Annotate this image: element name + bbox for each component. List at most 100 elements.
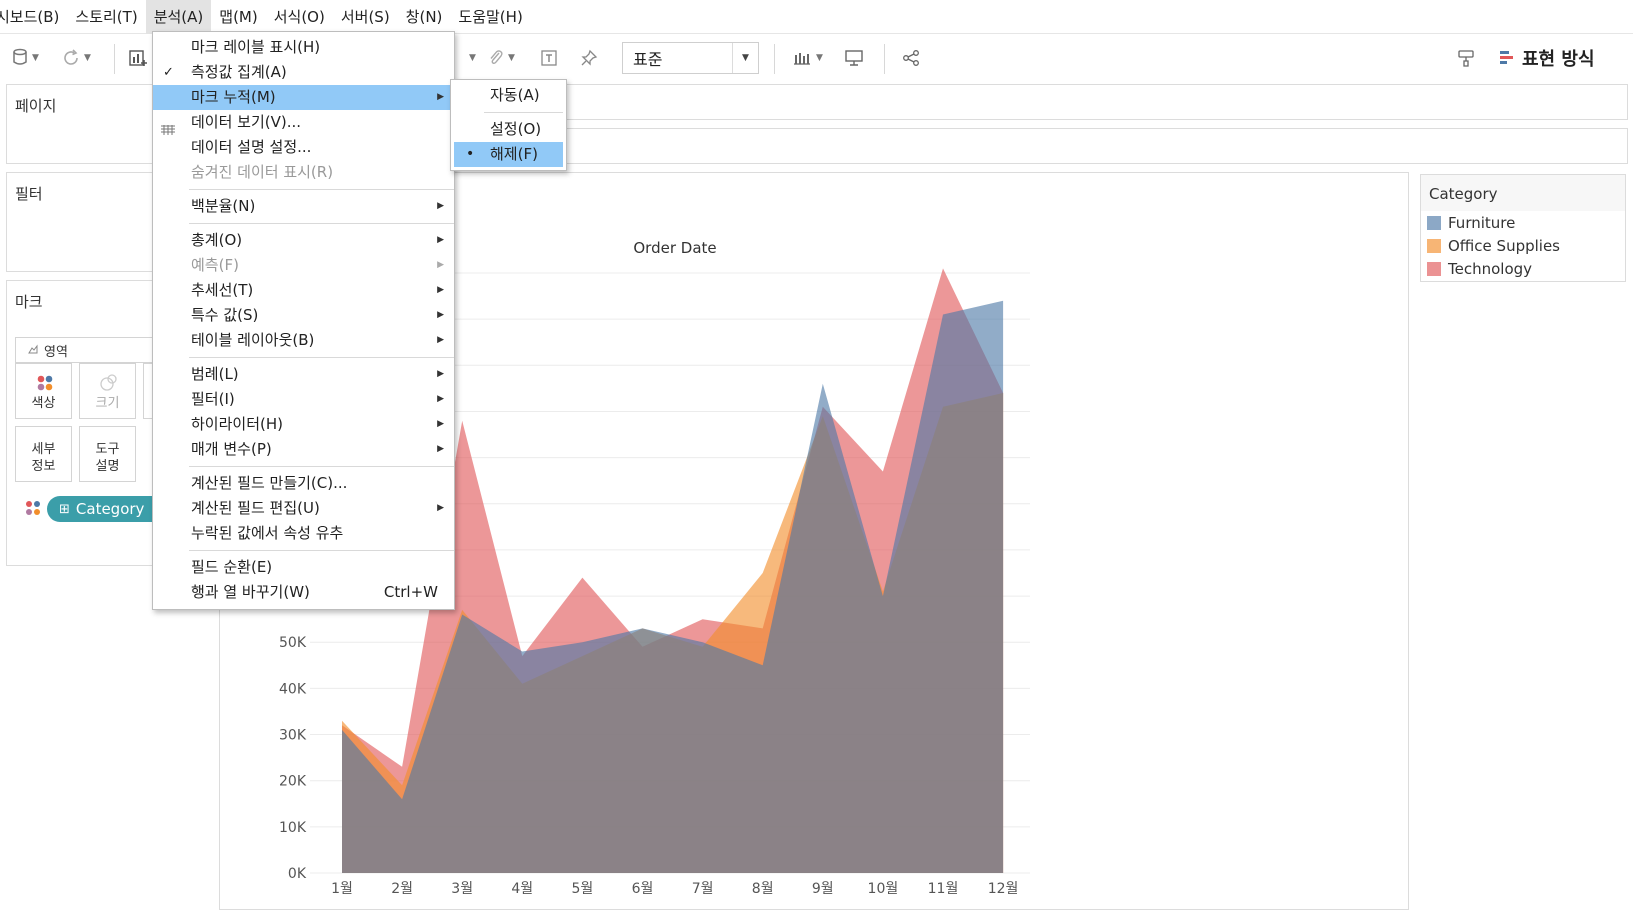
category-pill[interactable]: ⊞ Category — [47, 496, 157, 522]
filters-pane[interactable]: 필터 — [6, 172, 154, 272]
detail-card-label: 세부 정보 — [31, 442, 56, 474]
menu-item-data-guide[interactable]: 데이터 설명 설정... — [153, 135, 454, 160]
menu-dashboard[interactable]: 시보드(B) — [0, 0, 67, 34]
menu-item-highlighters[interactable]: 하이라이터(H) ▶ — [153, 412, 454, 437]
menu-map[interactable]: 맵(M) — [211, 0, 265, 34]
menu-item-swap-rows-columns[interactable]: 행과 열 바꾸기(W) Ctrl+W — [153, 580, 454, 605]
submenu-item-auto[interactable]: 자동(A) — [454, 83, 563, 108]
format-painter-button[interactable] — [1456, 44, 1476, 72]
legend-label: Technology — [1448, 259, 1533, 278]
menu-item-edit-calculated-field[interactable]: 계산된 필드 편집(U) ▶ — [153, 496, 454, 521]
fit-select[interactable]: 표준 ▼ — [622, 42, 759, 74]
size-card[interactable]: 크기 — [79, 363, 136, 419]
menu-item-filters[interactable]: 필터(I) ▶ — [153, 387, 454, 412]
menu-item-label: 행과 열 바꾸기(W) — [191, 583, 310, 601]
menu-item-legends[interactable]: 범례(L) ▶ — [153, 362, 454, 387]
menu-window[interactable]: 창(N) — [398, 0, 451, 34]
x-tick-label: 7월 — [692, 881, 714, 897]
menu-item-infer-properties[interactable]: 누락된 값에서 속성 유추 — [153, 521, 454, 546]
submenu-item-on[interactable]: 설정(O) — [454, 117, 563, 142]
menu-item-aggregate-measures[interactable]: ✓ 측정값 집계(A) — [153, 60, 454, 85]
radio-dot-icon: • — [466, 146, 475, 162]
legend-item-office-supplies[interactable]: Office Supplies — [1421, 234, 1625, 257]
bar-chart-icon — [792, 50, 812, 66]
y-tick-label: 20K — [279, 774, 307, 790]
submenu-arrow-icon: ▶ — [437, 369, 444, 379]
legend-swatch — [1427, 238, 1441, 253]
menu-item-show-mark-labels[interactable]: 마크 레이블 표시(H) — [153, 35, 454, 60]
legend-item-furniture[interactable]: Furniture — [1421, 211, 1625, 234]
share-button[interactable] — [902, 44, 920, 72]
mark-type-select[interactable]: 영역 — [15, 337, 155, 363]
menu-format[interactable]: 서식(O) — [266, 0, 333, 34]
legend-swatch — [1427, 261, 1441, 276]
presentation-button[interactable] — [844, 44, 864, 72]
chevron-down-icon: ▼ — [32, 53, 39, 63]
submenu-arrow-icon: ▶ — [437, 444, 444, 454]
columns-shelf[interactable] — [451, 84, 1628, 120]
menu-item-table-layout[interactable]: 테이블 레이아웃(B) ▶ — [153, 328, 454, 353]
x-tick-label: 11월 — [928, 881, 959, 897]
menu-item-label: 범례(L) — [191, 365, 239, 383]
menu-story[interactable]: 스토리(T) — [67, 0, 145, 34]
menu-item-view-data[interactable]: 데이터 보기(V)... — [153, 110, 454, 135]
menu-item-shortcut: Ctrl+W — [383, 583, 438, 601]
menu-item-trend-lines[interactable]: 추세선(T) ▶ — [153, 278, 454, 303]
detail-card[interactable]: 세부 정보 — [15, 426, 72, 482]
menu-item-create-calculated-field[interactable]: 계산된 필드 만들기(C)... — [153, 471, 454, 496]
y-tick-label: 50K — [279, 635, 307, 651]
legend-item-technology[interactable]: Technology — [1421, 257, 1625, 280]
submenu-arrow-icon: ▶ — [437, 310, 444, 320]
x-tick-label: 10월 — [868, 881, 899, 897]
menu-item-label: 데이터 보기(V)... — [191, 113, 302, 131]
category-legend: Category Furniture Office Supplies Techn… — [1420, 174, 1626, 282]
menu-item-parameters[interactable]: 매개 변수(P) ▶ — [153, 437, 454, 462]
annotate-button[interactable]: ▼ — [488, 44, 515, 72]
rows-shelf[interactable] — [451, 128, 1628, 164]
show-me-button[interactable]: ▼ — [792, 44, 823, 72]
menu-server[interactable]: 서버(S) — [333, 0, 398, 34]
tooltip-card[interactable]: 도구 설명 — [79, 426, 136, 482]
datasource-button[interactable]: ▼ — [12, 44, 39, 72]
chevron-down-icon: ▼ — [508, 53, 515, 63]
menu-item-label: 예측(F) — [191, 256, 239, 274]
analysis-menu: 마크 레이블 표시(H) ✓ 측정값 집계(A) 마크 누적(M) ▶ 데이터 … — [152, 31, 455, 610]
grid-icon — [161, 118, 175, 135]
submenu-item-off[interactable]: • 해제(F) — [454, 142, 563, 167]
legend-label: Office Supplies — [1448, 236, 1561, 255]
menu-help[interactable]: 도움말(H) — [450, 0, 530, 34]
area-chart-icon — [28, 343, 38, 358]
pages-pane[interactable]: 페이지 — [6, 84, 154, 164]
pages-title: 페이지 — [15, 97, 57, 115]
y-tick-label: 0K — [288, 866, 307, 882]
show-labels-button[interactable] — [540, 44, 558, 72]
menu-item-special-values[interactable]: 특수 값(S) ▶ — [153, 303, 454, 328]
stack-marks-submenu: 자동(A) 설정(O) • 해제(F) — [450, 79, 567, 171]
pin-button[interactable] — [580, 44, 598, 72]
menu-item-label: 백분율(N) — [191, 197, 256, 215]
menu-item-percentage[interactable]: 백분율(N) ▶ — [153, 194, 454, 219]
submenu-arrow-icon: ▶ — [437, 260, 444, 270]
chevron-down-icon: ▼ — [84, 53, 91, 63]
menu-item-cycle-fields[interactable]: 필드 순환(E) — [153, 555, 454, 580]
menu-analysis[interactable]: 분석(A) — [145, 0, 212, 34]
legend-title: Category — [1429, 185, 1498, 203]
y-tick-label: 40K — [279, 681, 307, 697]
submenu-arrow-icon: ▶ — [437, 201, 444, 211]
x-tick-label: 4월 — [511, 881, 533, 897]
show-me-toggle[interactable]: 표현 방식 — [1500, 44, 1595, 72]
x-tick-label: 12월 — [988, 881, 1019, 897]
text-box-icon — [540, 49, 558, 67]
new-worksheet-button[interactable] — [128, 44, 148, 72]
y-tick-label: 10K — [279, 820, 307, 836]
refresh-icon — [62, 49, 80, 67]
refresh-button[interactable]: ▼ — [62, 44, 91, 72]
color-card[interactable]: 색상 — [15, 363, 72, 419]
menu-item-stack-marks[interactable]: 마크 누적(M) ▶ — [153, 85, 454, 110]
size-circles-icon — [99, 372, 119, 396]
submenu-arrow-icon: ▶ — [437, 503, 444, 513]
color-card-label: 색상 — [31, 396, 56, 411]
toolbar-caret[interactable]: ▼ — [465, 44, 476, 72]
menu-item-totals[interactable]: 총계(O) ▶ — [153, 228, 454, 253]
monitor-icon — [844, 49, 864, 67]
